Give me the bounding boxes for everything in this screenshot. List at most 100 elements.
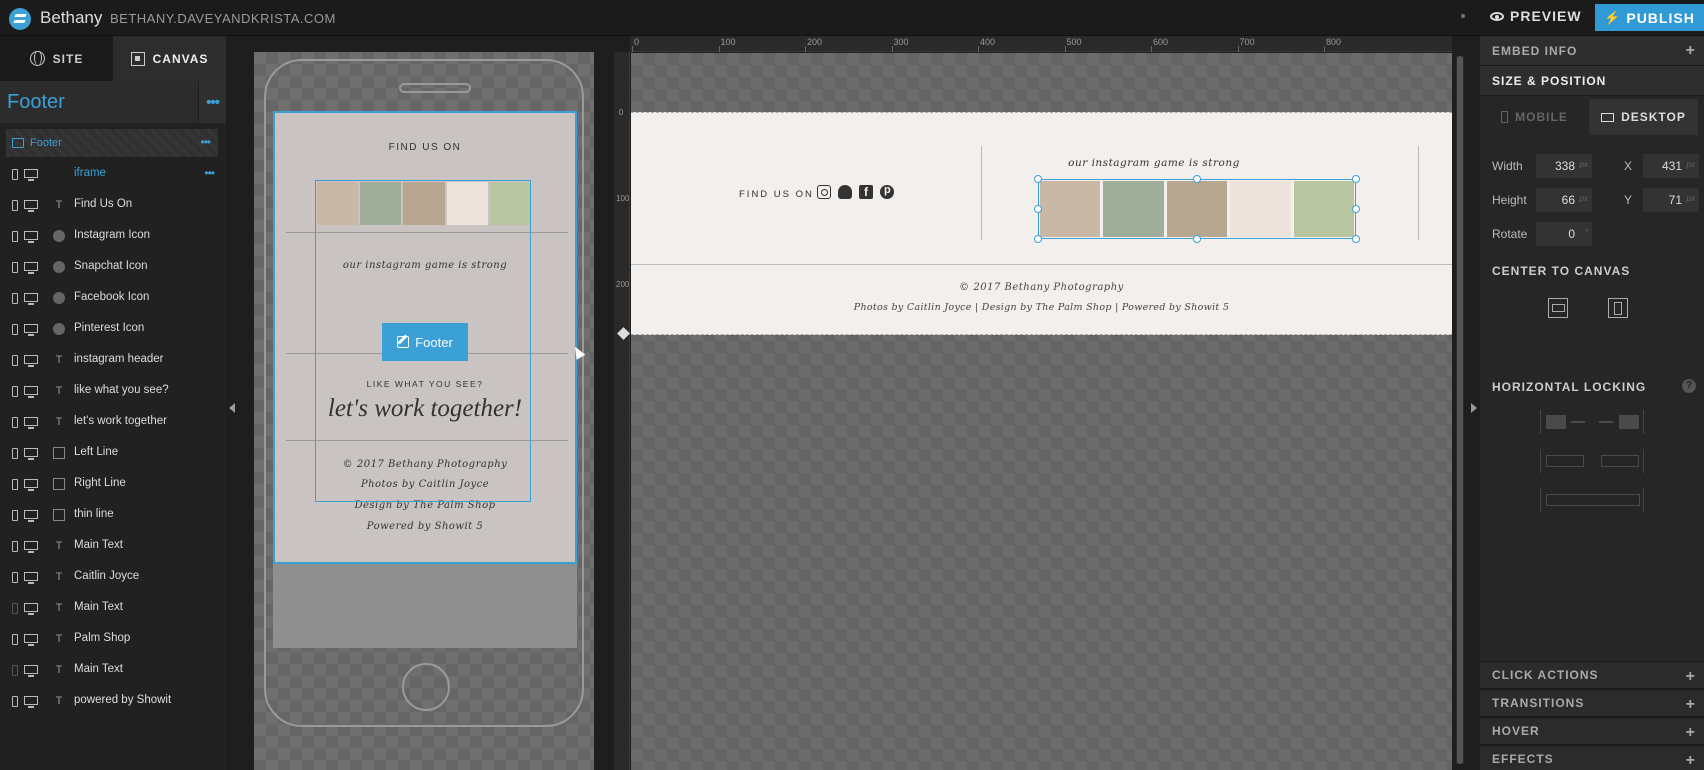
effects-header[interactable]: EFFECTS + [1480, 745, 1704, 770]
layer-item[interactable]: T Main Text [0, 655, 226, 686]
phone-visibility-icon[interactable] [12, 293, 18, 304]
phone-visibility-icon[interactable] [12, 355, 18, 366]
snapchat-icon[interactable] [838, 185, 852, 199]
layer-parent-footer[interactable]: Footer ••• [6, 129, 218, 157]
layer-more-button[interactable]: ••• [204, 166, 215, 180]
desktop-copyright[interactable]: © 2017 Bethany Photography [631, 282, 1452, 293]
layer-item[interactable]: T Caitlin Joyce [0, 562, 226, 593]
center-vertical-icon[interactable] [1608, 298, 1628, 318]
left-line[interactable] [981, 146, 982, 240]
phone-visibility-icon[interactable] [12, 200, 18, 211]
desktop-visibility-icon[interactable] [24, 510, 38, 522]
layer-item[interactable]: Snapchat Icon [0, 252, 226, 283]
resize-handle[interactable] [1193, 235, 1201, 243]
desktop-visibility-icon[interactable] [24, 572, 38, 584]
site-name[interactable]: Bethany [40, 8, 102, 28]
phone-visibility-icon[interactable] [12, 479, 18, 490]
desktop-visibility-icon[interactable] [24, 541, 38, 553]
expand-plus-icon[interactable]: + [1686, 752, 1696, 770]
phone-visibility-icon[interactable] [12, 572, 18, 583]
instagram-icon[interactable] [817, 185, 831, 199]
phone-visibility-icon[interactable] [12, 169, 18, 180]
expand-plus-icon[interactable]: + [1686, 668, 1696, 686]
phone-visibility-icon[interactable] [12, 510, 18, 521]
desktop-visibility-icon[interactable] [24, 479, 38, 491]
phone-visibility-icon[interactable] [12, 231, 18, 242]
section-more-button[interactable]: ••• [198, 81, 226, 123]
resize-handle[interactable] [1352, 175, 1360, 183]
resize-handle[interactable] [1034, 235, 1042, 243]
mobile-powered-by[interactable]: Powered by Showit 5 [275, 521, 575, 532]
desktop-find-us-text[interactable]: FIND US ON [739, 189, 814, 200]
phone-visibility-icon[interactable] [12, 696, 18, 707]
phone-visibility-icon[interactable] [12, 262, 18, 273]
canvas-area[interactable]: FIND US ON our instagram game is strong [631, 53, 1452, 770]
desktop-visibility-icon[interactable] [24, 231, 38, 243]
canvas-scrollbar[interactable] [1456, 56, 1464, 764]
phone-visibility-icon[interactable] [12, 448, 18, 459]
tab-canvas[interactable]: CANVAS [113, 36, 226, 81]
resize-handle[interactable] [1352, 205, 1360, 213]
desktop-credits[interactable]: Photos by Caitlin Joyce | Design by The … [631, 302, 1452, 313]
desktop-visibility-icon[interactable] [24, 665, 38, 677]
layer-item[interactable]: Instagram Icon [0, 221, 226, 252]
section-header[interactable]: Footer ••• [0, 81, 226, 123]
layer-item[interactable]: thin line [0, 500, 226, 531]
layer-item[interactable]: Tpowered by Showit [0, 686, 226, 717]
layer-item[interactable]: Pinterest Icon [0, 314, 226, 345]
lock-left-right-option[interactable] [1540, 410, 1644, 434]
hover-header[interactable]: HOVER + [1480, 717, 1704, 745]
desktop-visibility-icon[interactable] [24, 417, 38, 429]
lock-stretch-option[interactable] [1540, 488, 1644, 512]
click-actions-header[interactable]: CLICK ACTIONS + [1480, 661, 1704, 689]
desktop-visibility-icon[interactable] [24, 355, 38, 367]
help-icon[interactable]: ? [1682, 379, 1696, 393]
tab-desktop[interactable]: DESKTOP [1589, 99, 1698, 135]
layer-item[interactable]: Tlike what you see? [0, 376, 226, 407]
collapse-left-icon[interactable] [229, 403, 235, 413]
phone-visibility-icon[interactable] [12, 417, 18, 428]
phone-visibility-icon[interactable] [12, 603, 18, 614]
size-position-header[interactable]: SIZE & POSITION [1480, 66, 1704, 96]
layer-item[interactable]: T Main Text [0, 531, 226, 562]
layer-item[interactable]: Tlet's work together [0, 407, 226, 438]
facebook-icon[interactable] [859, 185, 873, 199]
phone-visibility-icon[interactable] [12, 634, 18, 645]
collapse-right-icon[interactable] [1471, 403, 1477, 413]
desktop-visibility-icon[interactable] [24, 386, 38, 398]
width-field[interactable]: 338 px [1536, 154, 1592, 178]
edit-footer-button[interactable]: Footer [382, 323, 468, 361]
resize-handle[interactable] [1034, 175, 1042, 183]
y-field[interactable]: 71 px [1643, 188, 1699, 212]
site-domain[interactable]: BETHANY.DAVEYANDKRISTA.COM [110, 11, 336, 26]
desktop-visibility-icon[interactable] [24, 293, 38, 305]
mobile-footer-section[interactable]: FIND US ON our instagram game is strong … [273, 111, 577, 564]
desktop-visibility-icon[interactable] [24, 200, 38, 212]
layer-item[interactable]: iframe ••• [0, 159, 226, 190]
right-line[interactable] [1418, 146, 1419, 240]
showit-logo-icon[interactable] [9, 8, 31, 30]
desktop-visibility-icon[interactable] [24, 262, 38, 274]
desktop-visibility-icon[interactable] [24, 634, 38, 646]
desktop-footer-section[interactable]: FIND US ON our instagram game is strong [631, 112, 1452, 335]
desktop-visibility-icon[interactable] [24, 324, 38, 336]
layer-item[interactable]: Left Line [0, 438, 226, 469]
desktop-visibility-icon[interactable] [24, 696, 38, 708]
publish-button[interactable]: ⚡ PUBLISH [1595, 4, 1704, 31]
desktop-instagram-header[interactable]: our instagram game is strong [1029, 157, 1279, 169]
desktop-visibility-icon[interactable] [24, 603, 38, 615]
layer-item[interactable]: T Find Us On [0, 190, 226, 221]
resize-handle[interactable] [1193, 175, 1201, 183]
layer-item[interactable]: Tinstagram header [0, 345, 226, 376]
desktop-visibility-icon[interactable] [24, 169, 38, 181]
layer-parent-more-button[interactable]: ••• [200, 135, 211, 149]
expand-plus-icon[interactable]: + [1686, 724, 1696, 742]
layer-item[interactable]: Facebook Icon [0, 283, 226, 314]
phone-visibility-icon[interactable] [12, 665, 18, 676]
phone-visibility-icon[interactable] [12, 541, 18, 552]
rotate-field[interactable]: 0 ° [1536, 222, 1592, 246]
layer-item[interactable]: T Main Text [0, 593, 226, 624]
layer-item[interactable]: Right Line [0, 469, 226, 500]
resize-handle[interactable] [1352, 235, 1360, 243]
expand-plus-icon[interactable]: + [1686, 42, 1696, 60]
